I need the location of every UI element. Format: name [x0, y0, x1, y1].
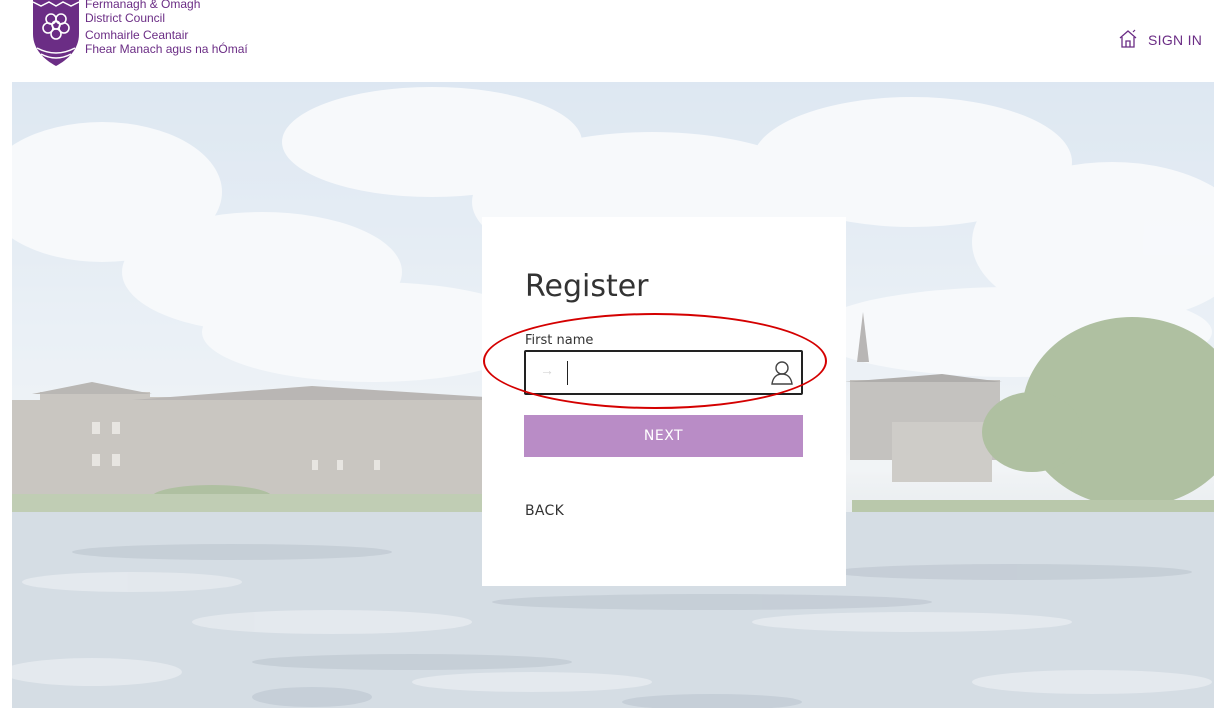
register-card: Register First name → NEXT BACK	[482, 217, 846, 586]
back-link[interactable]: BACK	[525, 503, 564, 519]
register-title: Register	[525, 269, 649, 304]
council-name-en-line2: District Council	[85, 11, 166, 25]
council-name-en-line1: Fermanagh & Omagh	[85, 0, 201, 11]
next-button[interactable]: NEXT	[524, 415, 803, 457]
first-name-field[interactable]: →	[524, 350, 803, 395]
sign-in-link[interactable]: SIGN IN	[1148, 32, 1202, 48]
council-name-ga-line2: Fhear Manach agus na hÓmaí	[85, 42, 248, 56]
user-icon	[771, 361, 793, 385]
council-crest-logo[interactable]	[31, 0, 81, 70]
arrow-right-icon: →	[540, 362, 554, 378]
text-cursor	[567, 361, 568, 385]
first-name-label: First name	[525, 333, 594, 348]
council-name: Fermanagh & Omagh District Council Comha…	[85, 0, 248, 56]
site-header: Fermanagh & Omagh District Council Comha…	[0, 0, 1214, 82]
council-name-ga-line1: Comhairle Ceantair	[85, 28, 189, 42]
first-name-input[interactable]	[562, 356, 762, 389]
home-icon[interactable]	[1117, 28, 1139, 50]
